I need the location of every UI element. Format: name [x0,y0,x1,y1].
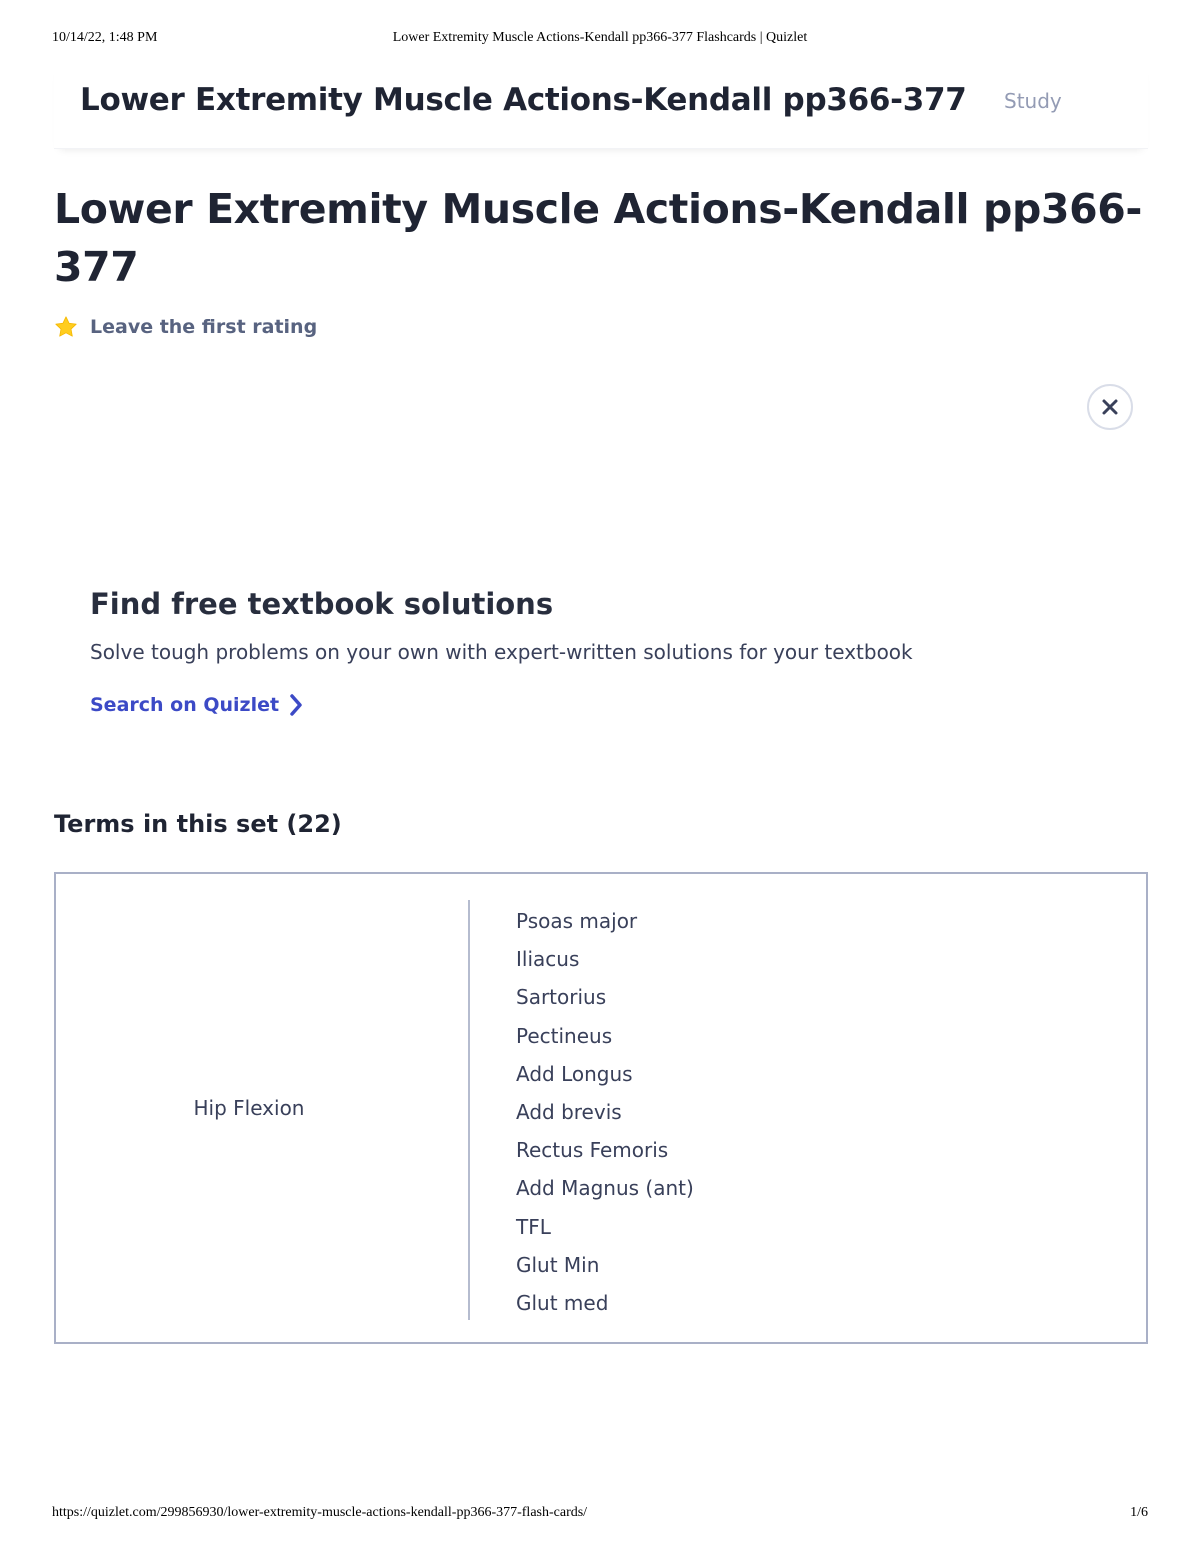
close-icon [1102,399,1118,415]
rating-label: Leave the first rating [90,316,318,338]
card-definition: Psoas major Iliacus Sartorius Pectineus … [516,902,694,1322]
print-url: https://quizlet.com/299856930/lower-extr… [52,1505,588,1520]
definition-line: Add Longus [516,1061,633,1086]
definition-line: TFL [516,1214,551,1239]
definition-line: Sartorius [516,985,607,1010]
definition-line: Psoas major [516,909,638,933]
print-header: 10/14/22, 1:48 PM Lower Extremity Muscle… [52,30,1148,50]
search-on-quizlet-link[interactable]: Search on Quizlet [90,694,1090,716]
close-ad-button[interactable] [1087,384,1133,430]
sticky-header: Lower Extremity Muscle Actions-Kendall p… [54,62,1148,149]
page-title: Lower Extremity Muscle Actions-Kendall p… [54,185,1142,291]
rating-link[interactable]: Leave the first rating [54,313,317,341]
card-term: Hip Flexion [193,1096,305,1120]
definition-line: Add brevis [516,1099,622,1124]
card-divider [468,900,470,1320]
chevron-right-icon [290,694,302,716]
term-card: Hip Flexion Psoas major Iliacus Sartoriu… [54,872,1148,1344]
print-footer: https://quizlet.com/299856930/lower-extr… [52,1505,1148,1525]
header-set-title: Lower Extremity Muscle Actions-Kendall p… [80,82,967,118]
definition-line: Glut Min [516,1252,600,1277]
print-page-number: 1/6 [1130,1505,1148,1520]
definition-line: Pectineus [516,1023,613,1048]
definition-line: Add Magnus (ant) [516,1176,694,1201]
terms-heading: Terms in this set (22) [54,810,342,838]
definition-line: Glut med [516,1290,609,1315]
study-button[interactable]: Study [1004,89,1062,113]
promo-title: Find free textbook solutions [90,587,554,621]
star-icon [55,316,77,337]
promo-link-label: Search on Quizlet [90,694,280,716]
print-doc-title: Lower Extremity Muscle Actions-Kendall p… [392,30,808,45]
promo-subtitle: Solve tough problems on your own with ex… [90,640,913,664]
textbook-promo: Find free textbook solutions Solve tough… [90,582,1090,716]
definition-line: Iliacus [516,947,580,972]
definition-line: Rectus Femoris [516,1138,669,1163]
